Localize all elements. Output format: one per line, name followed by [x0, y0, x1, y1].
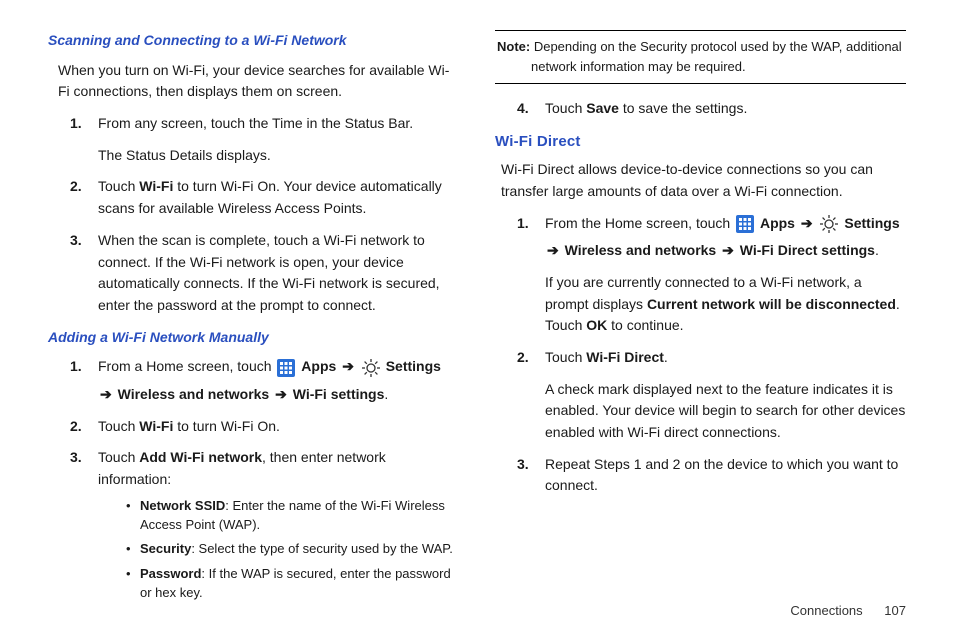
note-label: Note:	[497, 39, 530, 54]
arrow-icon: ➔	[275, 386, 287, 402]
step-text: Touch Wi-Fi to turn Wi-Fi On. Your devic…	[98, 178, 442, 216]
bullet-password: Password: If the WAP is secured, enter t…	[126, 565, 459, 603]
step-3: 3. Repeat Steps 1 and 2 on the device to…	[517, 454, 906, 497]
footer-section: Connections	[790, 603, 862, 618]
steps-wifi-direct: 1. From the Home screen, touch Apps ➔ Se…	[517, 213, 906, 498]
intro-scanning: When you turn on Wi-Fi, your device sear…	[58, 60, 459, 103]
right-column: Note: Depending on the Security protocol…	[495, 30, 906, 613]
step-text: From any screen, touch the Time in the S…	[98, 115, 413, 131]
step-3: 3. Touch Add Wi-Fi network, then enter n…	[70, 447, 459, 603]
step-2: 2. Touch Wi-Fi to turn Wi-Fi On.	[70, 416, 459, 438]
step-text-line2: ➔ Wireless and networks ➔ Wi-Fi Direct s…	[545, 240, 906, 262]
step-text: From a Home screen, touch Apps ➔ Setting…	[98, 358, 441, 374]
heading-wifi-direct: Wi-Fi Direct	[495, 130, 906, 153]
heading-scanning: Scanning and Connecting to a Wi-Fi Netwo…	[48, 30, 459, 52]
bullet-ssid: Network SSID: Enter the name of the Wi-F…	[126, 497, 459, 535]
steps-scanning: 1. From any screen, touch the Time in th…	[70, 113, 459, 317]
step-text-2: The Status Details displays.	[98, 145, 459, 167]
apps-icon	[277, 359, 295, 377]
step-text: Touch Save to save the settings.	[545, 100, 747, 116]
footer-page-number: 107	[884, 603, 906, 618]
note-box: Note: Depending on the Security protocol…	[495, 30, 906, 84]
arrow-icon: ➔	[547, 242, 559, 258]
heading-adding: Adding a Wi-Fi Network Manually	[48, 327, 459, 349]
bullet-security: Security: Select the type of security us…	[126, 540, 459, 559]
step-number: 3.	[517, 454, 529, 476]
note-text-2: network information may be required.	[497, 57, 904, 77]
step-4: 4. Touch Save to save the settings.	[517, 98, 906, 120]
step-number: 2.	[70, 416, 82, 438]
page-footer: Connections 107	[790, 603, 906, 618]
step-text: Touch Wi-Fi Direct.	[545, 349, 668, 365]
steps-adding: 1. From a Home screen, touch Apps ➔ Sett…	[70, 356, 459, 603]
step-text: Touch Wi-Fi to turn Wi-Fi On.	[98, 418, 280, 434]
arrow-icon: ➔	[100, 386, 112, 402]
settings-icon	[362, 359, 380, 377]
step-number: 2.	[70, 176, 82, 198]
arrow-icon: ➔	[801, 215, 813, 231]
step-number: 1.	[70, 356, 82, 378]
left-column: Scanning and Connecting to a Wi-Fi Netwo…	[48, 30, 459, 613]
arrow-icon: ➔	[722, 242, 734, 258]
step-number: 4.	[517, 98, 529, 120]
step-number: 3.	[70, 230, 82, 252]
step-1: 1. From the Home screen, touch Apps ➔ Se…	[517, 213, 906, 337]
step-text-2: ➔ Wireless and networks ➔ Wi-Fi settings…	[98, 384, 459, 406]
bullet-list: Network SSID: Enter the name of the Wi-F…	[126, 497, 459, 603]
page-content: Scanning and Connecting to a Wi-Fi Netwo…	[0, 0, 954, 613]
step-1: 1. From any screen, touch the Time in th…	[70, 113, 459, 166]
note-text: Depending on the Security protocol used …	[530, 39, 901, 54]
step-number: 1.	[517, 213, 529, 235]
step-text-2: A check mark displayed next to the featu…	[545, 379, 906, 444]
apps-icon	[736, 215, 754, 233]
step-text-2: If you are currently connected to a Wi-F…	[545, 272, 906, 337]
step-number: 3.	[70, 447, 82, 469]
arrow-icon: ➔	[342, 358, 354, 374]
step-number: 1.	[70, 113, 82, 135]
step-text: From the Home screen, touch Apps ➔ Setti…	[545, 215, 900, 231]
steps-continued: 4. Touch Save to save the settings.	[517, 98, 906, 120]
step-2: 2. Touch Wi-Fi Direct. A check mark disp…	[517, 347, 906, 444]
step-text: Touch Add Wi-Fi network, then enter netw…	[98, 449, 386, 487]
step-text: When the scan is complete, touch a Wi-Fi…	[98, 232, 440, 313]
settings-icon	[820, 215, 838, 233]
intro-wifi-direct: Wi-Fi Direct allows device-to-device con…	[501, 159, 906, 202]
step-text: Repeat Steps 1 and 2 on the device to wh…	[545, 456, 898, 494]
step-1: 1. From a Home screen, touch Apps ➔ Sett…	[70, 356, 459, 405]
step-number: 2.	[517, 347, 529, 369]
step-3: 3. When the scan is complete, touch a Wi…	[70, 230, 459, 317]
step-2: 2. Touch Wi-Fi to turn Wi-Fi On. Your de…	[70, 176, 459, 219]
